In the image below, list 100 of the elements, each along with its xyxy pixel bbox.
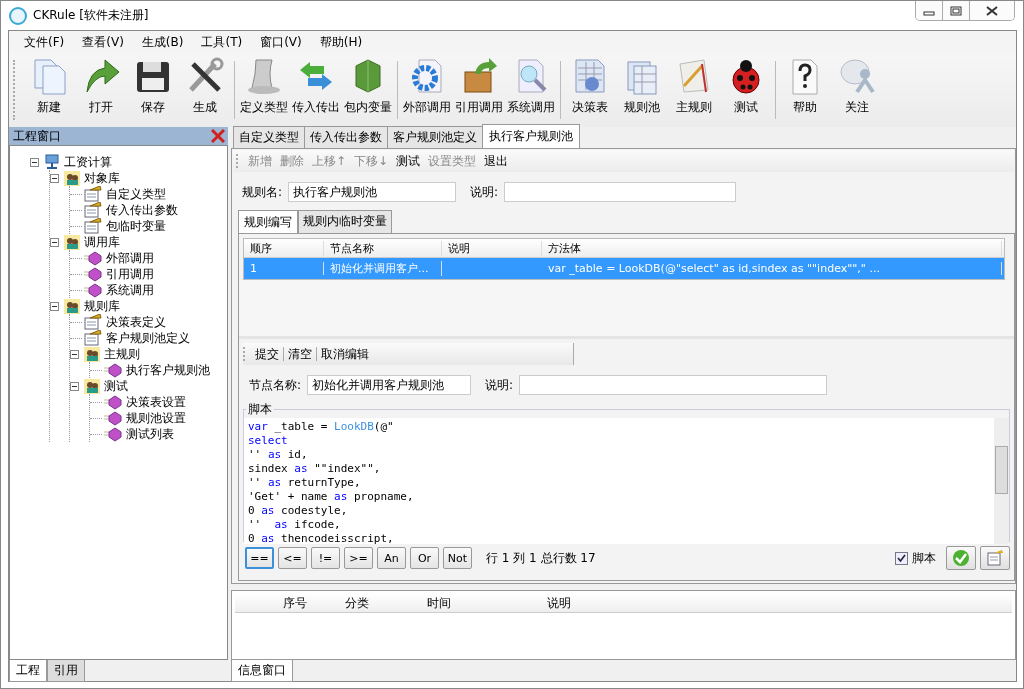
table-cell: 1 [244, 262, 324, 275]
tree-item[interactable]: 包临时变量 [106, 217, 166, 235]
column-header[interactable]: 说明 [543, 594, 647, 612]
confirm-button[interactable] [946, 546, 976, 570]
maximize-button[interactable] [943, 1, 970, 20]
toolbar-button[interactable]: 主规则 [668, 56, 720, 116]
panel-tab[interactable]: 引用 [47, 660, 85, 682]
menu-item[interactable]: 生成(B) [132, 33, 193, 51]
column-header[interactable]: 顺序 [244, 240, 324, 256]
node-name-field[interactable]: 初始化并调用客户规则池 [307, 375, 472, 395]
close-icon[interactable] [211, 129, 225, 143]
collapse-toggle[interactable] [50, 173, 59, 183]
users-icon [84, 378, 100, 394]
tree-item[interactable]: 工资计算 [64, 153, 112, 171]
toolbar-button[interactable]: 生成 [179, 56, 231, 116]
document-icon [84, 186, 102, 202]
operator-button[interactable]: Or [410, 547, 439, 569]
toolbar-button[interactable]: 外部调用 [401, 56, 453, 116]
toolbar-button[interactable]: 传入传出 [290, 56, 342, 116]
toolbar-button[interactable]: 保存 [127, 56, 179, 116]
users-icon [64, 234, 80, 250]
code-editor[interactable]: var _table = LookDB(@" select '' as id, sindex as ""index"", '' as returnType, 'Get' + name as propname, 0 as codestyle, '' as ifcode, 0 as thencodeisscript, [244, 418, 1009, 544]
tree-item[interactable]: 测试列表 [126, 425, 174, 443]
column-header[interactable]: 分类 [341, 594, 423, 612]
code-line: 0 as thencodeisscript, [248, 532, 395, 544]
tree-item[interactable]: 客户规则池定义 [106, 329, 190, 347]
method-icon [104, 362, 122, 378]
minimize-button[interactable] [916, 1, 943, 20]
toolbar-button[interactable]: 帮助 [779, 56, 831, 116]
collapse-toggle[interactable] [50, 237, 59, 247]
toolbar-button[interactable]: 系统调用 [505, 56, 557, 116]
document-tab[interactable]: 客户规则池定义 [387, 126, 483, 148]
editor-tab[interactable]: 规则内临时变量 [298, 210, 392, 233]
tree-item[interactable]: 传入传出参数 [106, 201, 178, 219]
menu-item[interactable]: 工具(T) [192, 33, 252, 51]
tree-item[interactable]: 引用调用 [106, 265, 154, 283]
tree-item[interactable]: 测试 [104, 377, 128, 395]
collapse-toggle[interactable] [50, 301, 59, 311]
tree-item[interactable]: 系统调用 [106, 281, 154, 299]
collapse-toggle[interactable] [70, 349, 79, 359]
toolbar-action[interactable]: 退出 [480, 152, 513, 170]
toolbar-button[interactable]: 包内变量 [342, 56, 394, 116]
users-icon [84, 346, 100, 362]
operator-button[interactable]: <= [278, 547, 307, 569]
document-tab[interactable]: 执行客户规则池 [482, 124, 580, 148]
document-tab[interactable]: 自定义类型 [233, 126, 305, 148]
column-header[interactable]: 说明 [442, 240, 542, 256]
operator-button[interactable]: != [311, 547, 340, 569]
edit-action[interactable]: 提交 [251, 345, 283, 363]
operator-button[interactable]: >= [344, 547, 373, 569]
operator-button[interactable]: An [377, 547, 406, 569]
column-header[interactable]: 序号 [279, 594, 341, 612]
edit-action[interactable]: 取消编辑 [317, 345, 373, 363]
code-line: sindex as ""index"", [248, 462, 382, 476]
edit-note-button[interactable] [980, 546, 1010, 570]
menu-item[interactable]: 文件(F) [15, 33, 74, 51]
close-icon [986, 5, 998, 16]
scrollbar[interactable] [994, 418, 1009, 544]
close-button[interactable] [970, 1, 1014, 20]
panel-tab[interactable]: 工程 [9, 660, 47, 682]
toolbar-button[interactable]: 新建 [23, 56, 75, 116]
toolbar-button[interactable]: 关注 [831, 56, 883, 116]
tree-item[interactable]: 决策表设置 [126, 393, 186, 411]
collapse-toggle[interactable] [70, 381, 79, 391]
tree-item[interactable]: 自定义类型 [106, 185, 166, 203]
toolbar-button[interactable]: 定义类型 [238, 56, 290, 116]
collapse-toggle[interactable] [30, 157, 39, 167]
panel-tab[interactable]: 信息窗口 [231, 660, 293, 682]
column-header[interactable]: 节点名称 [324, 240, 442, 256]
menu-item[interactable]: 窗口(V) [251, 33, 311, 51]
tree-item[interactable]: 对象库 [84, 169, 120, 187]
toolbar-button[interactable]: 打开 [75, 56, 127, 116]
column-header[interactable]: 时间 [423, 594, 543, 612]
tree-item[interactable]: 外部调用 [106, 249, 154, 267]
tree-item[interactable]: 主规则 [104, 345, 140, 363]
code-line: select [248, 434, 289, 448]
checkbox[interactable] [895, 551, 908, 565]
tree-item[interactable]: 调用库 [84, 233, 120, 251]
menu-item[interactable]: 帮助(H) [310, 33, 372, 51]
menu-item[interactable]: 查看(V) [73, 33, 133, 51]
description-field[interactable] [519, 375, 828, 395]
toolbar-button[interactable]: 引用调用 [453, 56, 505, 116]
column-header[interactable]: 方法体 [542, 240, 1002, 256]
tree-item[interactable]: 执行客户规则池 [126, 361, 210, 379]
toolbar-button[interactable]: 决策表 [564, 56, 616, 116]
operator-button[interactable]: Not [443, 547, 472, 569]
edit-action[interactable]: 清空 [284, 345, 316, 363]
toolbar-action[interactable]: 测试 [392, 152, 425, 170]
toolbar-button[interactable]: 规则池 [616, 56, 668, 116]
toolbar-button[interactable]: 测试 [720, 56, 772, 116]
code-line: var _table = LookDB(@" [248, 420, 395, 434]
description-field[interactable] [504, 182, 737, 202]
editor-tab[interactable]: 规则编写 [238, 210, 298, 233]
rule-name-field[interactable]: 执行客户规则池 [288, 182, 457, 202]
document-tab[interactable]: 传入传出参数 [304, 126, 388, 148]
tree-item[interactable]: 规则库 [84, 297, 120, 315]
code-line: '' as ifcode, [248, 518, 342, 532]
operator-button[interactable]: == [245, 547, 274, 569]
tree-item[interactable]: 规则池设置 [126, 409, 186, 427]
tree-item[interactable]: 决策表定义 [106, 313, 166, 331]
